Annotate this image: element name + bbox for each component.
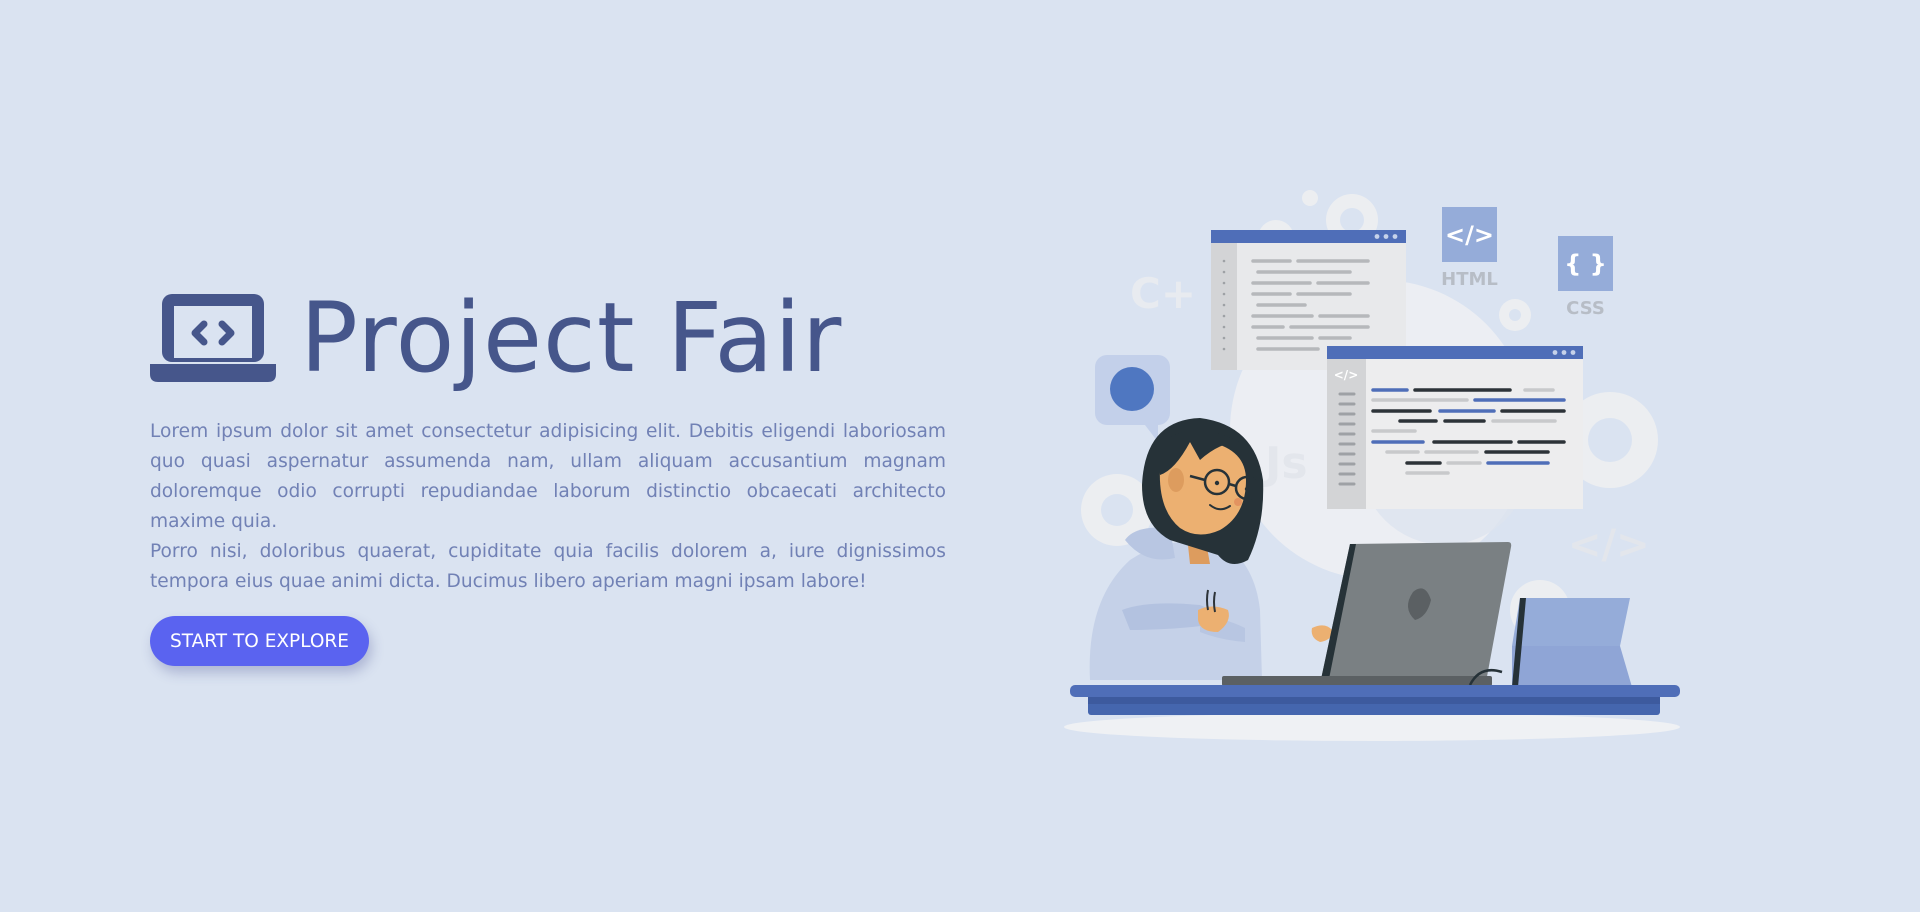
page-title: Project Fair [300,282,843,394]
laptop-illustration [1222,542,1512,686]
code-window-2: </> [1327,346,1583,509]
css-label: CSS [1566,298,1605,319]
start-to-explore-button[interactable]: START TO EXPLORE [150,616,369,666]
css-badge: { } CSS [1558,236,1613,319]
developer-illustration: C+ Js </> </> HTML { } CSS </> [1064,190,1680,741]
intro-paragraph-1: Lorem ipsum dolor sit amet consectetur a… [150,421,946,532]
html-label: HTML [1441,269,1498,290]
hero-section: Project Fair Lorem ipsum dolor sit amet … [150,285,946,666]
html-badge-icon: </> [1445,221,1494,249]
desk-illustration [1070,685,1680,715]
brand-row: Project Fair [150,285,946,391]
css-badge-icon: { } [1564,250,1607,278]
intro-text: Lorem ipsum dolor sit amet consectetur a… [150,417,946,597]
intro-paragraph-2: Porro nisi, doloribus quaerat, cupiditat… [150,541,946,592]
code-window-tag: </> [1334,368,1359,382]
bg-js-text: Js [1262,438,1308,489]
chat-bubble-icon [1095,355,1170,442]
desk-shadow [1064,713,1680,741]
bg-c-plus-text: C+ [1130,269,1196,318]
html-badge: </> HTML [1441,207,1498,290]
bg-tag-text: </> [1568,522,1650,568]
page: Project Fair Lorem ipsum dolor sit amet … [0,0,1920,912]
laptop-code-icon [150,294,276,382]
